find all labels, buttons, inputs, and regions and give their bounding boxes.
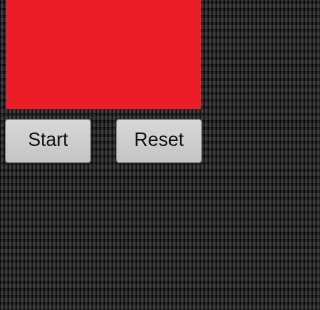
color-display-panel bbox=[6, 0, 201, 109]
app-screen: Start Reset bbox=[0, 0, 207, 310]
reset-button[interactable]: Reset bbox=[116, 119, 202, 163]
start-button[interactable]: Start bbox=[5, 119, 91, 163]
